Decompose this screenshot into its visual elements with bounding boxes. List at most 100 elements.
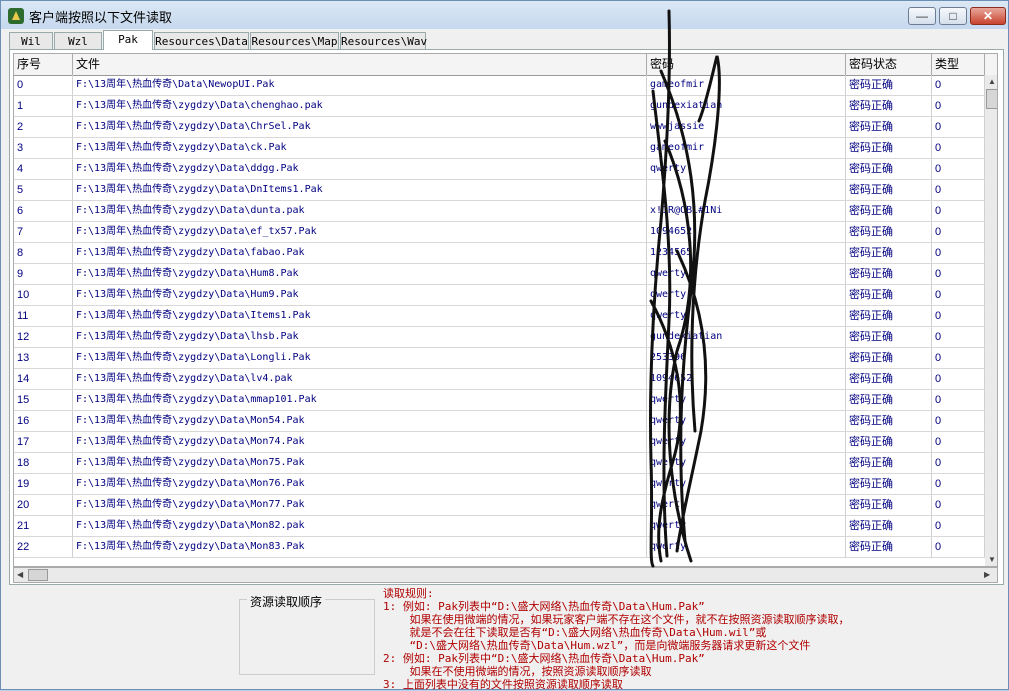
row-file: F:\13周年\热血传奇\zygdzy\Data\dunta.pak	[73, 201, 647, 221]
row-status: 密码正确	[846, 96, 932, 116]
row-file: F:\13周年\热血传奇\zygdzy\Data\lhsb.Pak	[73, 327, 647, 347]
row-file: F:\13周年\热血传奇\zygdzy\Data\Mon82.pak	[73, 516, 647, 536]
scroll-up-icon[interactable]: ▲	[988, 77, 996, 86]
table-row[interactable]: 22 F:\13周年\热血传奇\zygdzy\Data\Mon83.Pak qwer…	[14, 537, 997, 558]
row-type: 0	[932, 222, 985, 242]
tab-panel: 序号 文件 密码 密码状态 类型 0 F:\13周年\热血传奇\Data\Newo…	[9, 49, 1004, 585]
column-header-type[interactable]: 类型	[932, 54, 985, 75]
table-row[interactable]: 9 F:\13周年\热血传奇\zygdzy\Data\Hum8.Pak qwerty…	[14, 264, 997, 285]
rule-line: 如果在不使用微端的情况，按照资源读取顺序读取	[383, 665, 652, 678]
row-index: 21	[14, 516, 73, 536]
column-header-file[interactable]: 文件	[73, 54, 647, 75]
row-index: 18	[14, 453, 73, 473]
row-type: 0	[932, 159, 985, 179]
title-bar[interactable]: 客户端按照以下文件读取 — □ ✕	[1, 1, 1008, 29]
rule-line: 3: 上面列表中没有的文件按照资源读取顺序读取	[383, 678, 623, 691]
table-row[interactable]: 17 F:\13周年\热血传奇\zygdzy\Data\Mon74.Pak qwer…	[14, 432, 997, 453]
row-status: 密码正确	[846, 180, 932, 200]
row-status: 密码正确	[846, 264, 932, 284]
row-status: 密码正确	[846, 495, 932, 515]
table-row[interactable]: 14 F:\13周年\热血传奇\zygdzy\Data\lv4.pak 109465…	[14, 369, 997, 390]
table-row[interactable]: 3 F:\13周年\热血传奇\zygdzy\Data\ck.Pak gameofmi…	[14, 138, 997, 159]
column-header-password[interactable]: 密码	[647, 54, 846, 75]
row-file: F:\13周年\热血传奇\zygdzy\Data\Mon76.Pak	[73, 474, 647, 494]
row-type: 0	[932, 453, 985, 473]
table-row[interactable]: 12 F:\13周年\热血传奇\zygdzy\Data\lhsb.Pak gunde…	[14, 327, 997, 348]
row-index: 4	[14, 159, 73, 179]
scroll-left-icon[interactable]: ◀	[17, 570, 23, 579]
table-row[interactable]: 11 F:\13周年\热血传奇\zygdzy\Data\Items1.Pak qwe…	[14, 306, 997, 327]
rule-line: 2: 例如: Pak列表中“D:\盛大网络\热血传奇\Data\Hum.Pak”	[383, 652, 705, 665]
row-status: 密码正确	[846, 474, 932, 494]
row-status: 密码正确	[846, 411, 932, 431]
row-index: 20	[14, 495, 73, 515]
scroll-right-icon[interactable]: ▶	[984, 570, 990, 579]
row-type: 0	[932, 390, 985, 410]
table-row[interactable]: 19 F:\13周年\热血传奇\zygdzy\Data\Mon76.Pak qwer…	[14, 474, 997, 495]
table-row[interactable]: 0 F:\13周年\热血传奇\Data\NewopUI.Pak gameofmir 密…	[14, 75, 997, 96]
maximize-button[interactable]: □	[939, 7, 967, 25]
row-file: F:\13周年\热血传奇\zygdzy\Data\Mon83.Pak	[73, 537, 647, 557]
minimize-button[interactable]: —	[908, 7, 936, 25]
row-index: 15	[14, 390, 73, 410]
table-row[interactable]: 2 F:\13周年\热血传奇\zygdzy\Data\ChrSel.Pak wwwj…	[14, 117, 997, 138]
close-button[interactable]: ✕	[970, 7, 1006, 25]
column-header-password-status[interactable]: 密码状态	[846, 54, 932, 75]
rule-line: 读取规则:	[383, 587, 434, 600]
row-index: 0	[14, 75, 73, 95]
tab-pak[interactable]: Pak	[103, 30, 153, 50]
row-status: 密码正确	[846, 201, 932, 221]
window-title: 客户端按照以下文件读取	[29, 10, 173, 25]
row-status: 密码正确	[846, 159, 932, 179]
row-type: 0	[932, 327, 985, 347]
table-row[interactable]: 8 F:\13周年\热血传奇\zygdzy\Data\fabao.Pak 12345…	[14, 243, 997, 264]
vertical-scrollbar[interactable]: ▲ ▼	[985, 75, 997, 566]
table-row[interactable]: 5 F:\13周年\热血传奇\zygdzy\Data\DnItems1.Pak 密码…	[14, 180, 997, 201]
vertical-scroll-thumb[interactable]	[986, 89, 997, 109]
scroll-down-icon[interactable]: ▼	[988, 555, 996, 564]
grid-header: 序号 文件 密码 密码状态 类型	[14, 54, 997, 76]
row-status: 密码正确	[846, 327, 932, 347]
table-row[interactable]: 6 F:\13周年\热血传奇\zygdzy\Data\dunta.pak x!1R@…	[14, 201, 997, 222]
row-status: 密码正确	[846, 390, 932, 410]
bottom-area: 资源读取顺序 读取规则: 1: 例如: Pak列表中“D:\盛大网络\热血传奇\…	[9, 587, 1004, 691]
row-file: F:\13周年\热血传奇\zygdzy\Data\ck.Pak	[73, 138, 647, 158]
table-row[interactable]: 20 F:\13周年\热血传奇\zygdzy\Data\Mon77.Pak qwer…	[14, 495, 997, 516]
row-index: 3	[14, 138, 73, 158]
table-row[interactable]: 1 F:\13周年\热血传奇\zygdzy\Data\chenghao.pak gu…	[14, 96, 997, 117]
table-row[interactable]: 10 F:\13周年\热血传奇\zygdzy\Data\Hum9.Pak qwert…	[14, 285, 997, 306]
row-password: qwerty	[647, 264, 846, 284]
row-password: qwerty	[647, 453, 846, 473]
row-status: 密码正确	[846, 75, 932, 95]
row-type: 0	[932, 180, 985, 200]
table-row[interactable]: 18 F:\13周年\热血传奇\zygdzy\Data\Mon75.Pak qwer…	[14, 453, 997, 474]
table-row[interactable]: 15 F:\13周年\热血传奇\zygdzy\Data\mmap101.Pak qw…	[14, 390, 997, 411]
tab-resources-wav[interactable]: Resources\Wav	[340, 32, 427, 49]
tab-resources-data[interactable]: Resources\Data	[154, 32, 249, 49]
row-password: qwerty	[647, 306, 846, 326]
row-type: 0	[932, 432, 985, 452]
app-logo-icon	[8, 8, 24, 24]
row-index: 6	[14, 201, 73, 221]
row-password: wwwjassie	[647, 117, 846, 137]
table-row[interactable]: 16 F:\13周年\热血传奇\zygdzy\Data\Mon54.Pak qwer…	[14, 411, 997, 432]
table-row[interactable]: 4 F:\13周年\热血传奇\zygdzy\Data\ddgg.Pak qwerty…	[14, 159, 997, 180]
row-status: 密码正确	[846, 138, 932, 158]
column-header-index[interactable]: 序号	[14, 54, 73, 75]
row-status: 密码正确	[846, 348, 932, 368]
tab-wzl[interactable]: Wzl	[54, 32, 102, 49]
row-file: F:\13周年\热血传奇\zygdzy\Data\chenghao.pak	[73, 96, 647, 116]
resource-order-groupbox[interactable]	[239, 599, 375, 675]
table-row[interactable]: 21 F:\13周年\热血传奇\zygdzy\Data\Mon82.pak qwer…	[14, 516, 997, 537]
table-row[interactable]: 7 F:\13周年\热血传奇\zygdzy\Data\ef_tx57.Pak 109…	[14, 222, 997, 243]
horizontal-scroll-thumb[interactable]	[28, 569, 48, 581]
table-row[interactable]: 13 F:\13周年\热血传奇\zygdzy\Data\Longli.Pak 253…	[14, 348, 997, 369]
tab-resources-map[interactable]: Resources\Map	[250, 32, 339, 49]
row-password: qwerty	[647, 411, 846, 431]
horizontal-scrollbar[interactable]: ◀ ▶	[13, 567, 998, 583]
row-password: x!1R@OBl#1Ni	[647, 201, 846, 221]
row-type: 0	[932, 138, 985, 158]
file-list-grid[interactable]: 序号 文件 密码 密码状态 类型 0 F:\13周年\热血传奇\Data\Newo…	[13, 53, 998, 567]
row-password: 1094652	[647, 222, 846, 242]
tab-wil[interactable]: Wil	[9, 32, 53, 49]
